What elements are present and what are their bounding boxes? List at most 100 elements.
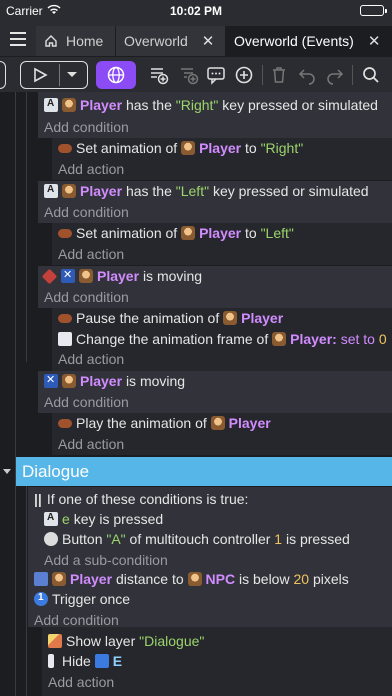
group-header[interactable]: Dialogue xyxy=(16,457,392,486)
chevron-down-icon[interactable] xyxy=(66,71,78,79)
group-title: Dialogue xyxy=(22,461,90,481)
condition-text: If one of these conditions is true: xyxy=(46,491,249,507)
condition-text: has the xyxy=(125,97,172,113)
add-comment-icon[interactable] xyxy=(205,61,227,89)
button-value: "A" xyxy=(106,531,126,547)
collapse-caret-icon[interactable] xyxy=(3,469,11,474)
add-condition-button[interactable]: Add condition xyxy=(44,289,392,305)
object-name: Player xyxy=(70,571,113,587)
object-name: Player xyxy=(241,310,284,326)
operator-text: set to xyxy=(340,331,375,347)
object-name: Player xyxy=(228,415,271,431)
condition-row[interactable]: Player has the "Right" key pressed or si… xyxy=(44,97,392,113)
animation-icon xyxy=(58,313,72,323)
scroll-left-edge xyxy=(0,61,6,89)
play-icon[interactable] xyxy=(32,67,48,83)
action-row[interactable]: Set animation of Player to "Left" xyxy=(58,225,392,241)
animation-icon xyxy=(58,418,72,428)
gamepad-icon xyxy=(44,532,58,546)
sub-condition-row[interactable]: e key is pressed xyxy=(44,511,392,527)
condition-text: has the xyxy=(125,183,172,199)
search-icon[interactable] xyxy=(360,61,382,89)
action-row[interactable]: Show layer "Dialogue" xyxy=(48,633,392,649)
key-value: "Left" xyxy=(175,183,210,199)
add-icon[interactable] xyxy=(233,61,255,89)
action-text: Pause the animation of xyxy=(76,310,220,326)
key-value: e xyxy=(62,511,70,527)
toolbar xyxy=(0,56,392,92)
condition-text: distance to xyxy=(115,571,184,587)
add-condition-button[interactable]: Add condition xyxy=(44,119,392,135)
close-icon[interactable]: ✕ xyxy=(368,32,381,50)
action-row[interactable]: Play the animation of Player xyxy=(58,415,392,431)
redo-icon[interactable] xyxy=(324,61,346,89)
add-action-button[interactable]: Add action xyxy=(58,246,392,262)
sprite-icon xyxy=(62,374,76,388)
action-row[interactable]: Set animation of Player to "Right" xyxy=(58,140,392,156)
condition-row[interactable]: Player is moving xyxy=(41,268,392,284)
condition-text: key is pressed xyxy=(73,511,164,527)
action-text: Set animation of xyxy=(76,140,178,156)
condition-row[interactable]: Trigger once xyxy=(34,591,392,607)
add-condition-button[interactable]: Add condition xyxy=(44,394,392,410)
action-row[interactable]: Pause the animation of Player xyxy=(58,310,392,326)
keyboard-icon xyxy=(44,184,58,198)
animation-value: "Right" xyxy=(260,140,304,156)
condition-text: is below xyxy=(239,571,290,587)
add-event-icon[interactable] xyxy=(148,61,170,89)
text-object-icon xyxy=(94,654,109,668)
condition-row[interactable]: Player distance to NPC is below 20 pixel… xyxy=(34,571,392,587)
object-name: Player xyxy=(199,225,242,241)
tab-overworld-events[interactable]: Overworld (Events) ✕ xyxy=(226,26,392,56)
condition-text: Trigger once xyxy=(52,591,131,607)
group-rail xyxy=(15,92,16,696)
tab-overworld-events-label: Overworld (Events) xyxy=(234,33,354,49)
or-icon: || xyxy=(34,491,42,507)
add-action-button[interactable]: Add action xyxy=(48,674,392,690)
sprite-icon xyxy=(62,184,76,198)
add-sub-condition-button[interactable]: Add a sub-condition xyxy=(44,552,392,568)
sprite-icon xyxy=(272,332,287,346)
event-sheet[interactable]: Player has the "Right" key pressed or si… xyxy=(0,92,392,696)
sprite-icon xyxy=(210,416,225,430)
distance-icon xyxy=(34,572,48,586)
condition-text: is pressed xyxy=(285,531,350,547)
menu-icon[interactable] xyxy=(0,22,36,56)
action-row[interactable]: Hide E xyxy=(48,653,392,669)
add-condition-button[interactable]: Add condition xyxy=(34,612,392,628)
tab-overworld[interactable]: Overworld ✕ xyxy=(116,26,226,56)
condition-row[interactable]: Player has the "Left" key pressed or sim… xyxy=(44,183,392,199)
animation-value: "Left" xyxy=(260,225,294,241)
globe-icon[interactable] xyxy=(96,61,136,89)
sub-condition-row[interactable]: Button "A" of multitouch controller 1 is… xyxy=(44,531,392,547)
sprite-icon xyxy=(52,572,66,586)
battery-icon xyxy=(360,5,387,16)
action-text: Play the animation of xyxy=(76,415,207,431)
layer-value: "Dialogue" xyxy=(139,633,205,649)
condition-row[interactable]: Player is moving xyxy=(44,373,392,389)
clock: 10:02 PM xyxy=(169,4,223,18)
action-text: to xyxy=(245,225,257,241)
or-condition-row[interactable]: || If one of these conditions is true: xyxy=(34,491,392,507)
action-text: Change the animation frame of xyxy=(76,331,269,347)
sprite-icon xyxy=(223,311,238,325)
tab-bar: Home Overworld ✕ Overworld (Events) ✕ xyxy=(0,22,392,56)
condition-text: key pressed or simulated xyxy=(222,97,378,113)
object-name: Player xyxy=(80,97,123,113)
key-value: "Right" xyxy=(175,97,219,113)
add-sub-event-icon[interactable] xyxy=(178,61,200,89)
add-action-button[interactable]: Add action xyxy=(58,351,392,367)
condition-text: is moving xyxy=(125,373,186,389)
tab-overworld-label: Overworld xyxy=(124,33,188,49)
add-condition-button[interactable]: Add condition xyxy=(44,204,392,220)
add-action-button[interactable]: Add action xyxy=(58,161,392,177)
close-icon[interactable]: ✕ xyxy=(202,32,215,50)
frame-value: 0 xyxy=(378,331,387,347)
group-event-rail xyxy=(26,486,27,696)
tab-home[interactable]: Home xyxy=(36,26,116,56)
add-action-button[interactable]: Add action xyxy=(58,436,392,452)
undo-icon[interactable] xyxy=(296,61,318,89)
inverted-icon xyxy=(61,268,75,283)
action-row[interactable]: Change the animation frame of Player: se… xyxy=(58,331,392,347)
delete-icon[interactable] xyxy=(268,61,290,89)
